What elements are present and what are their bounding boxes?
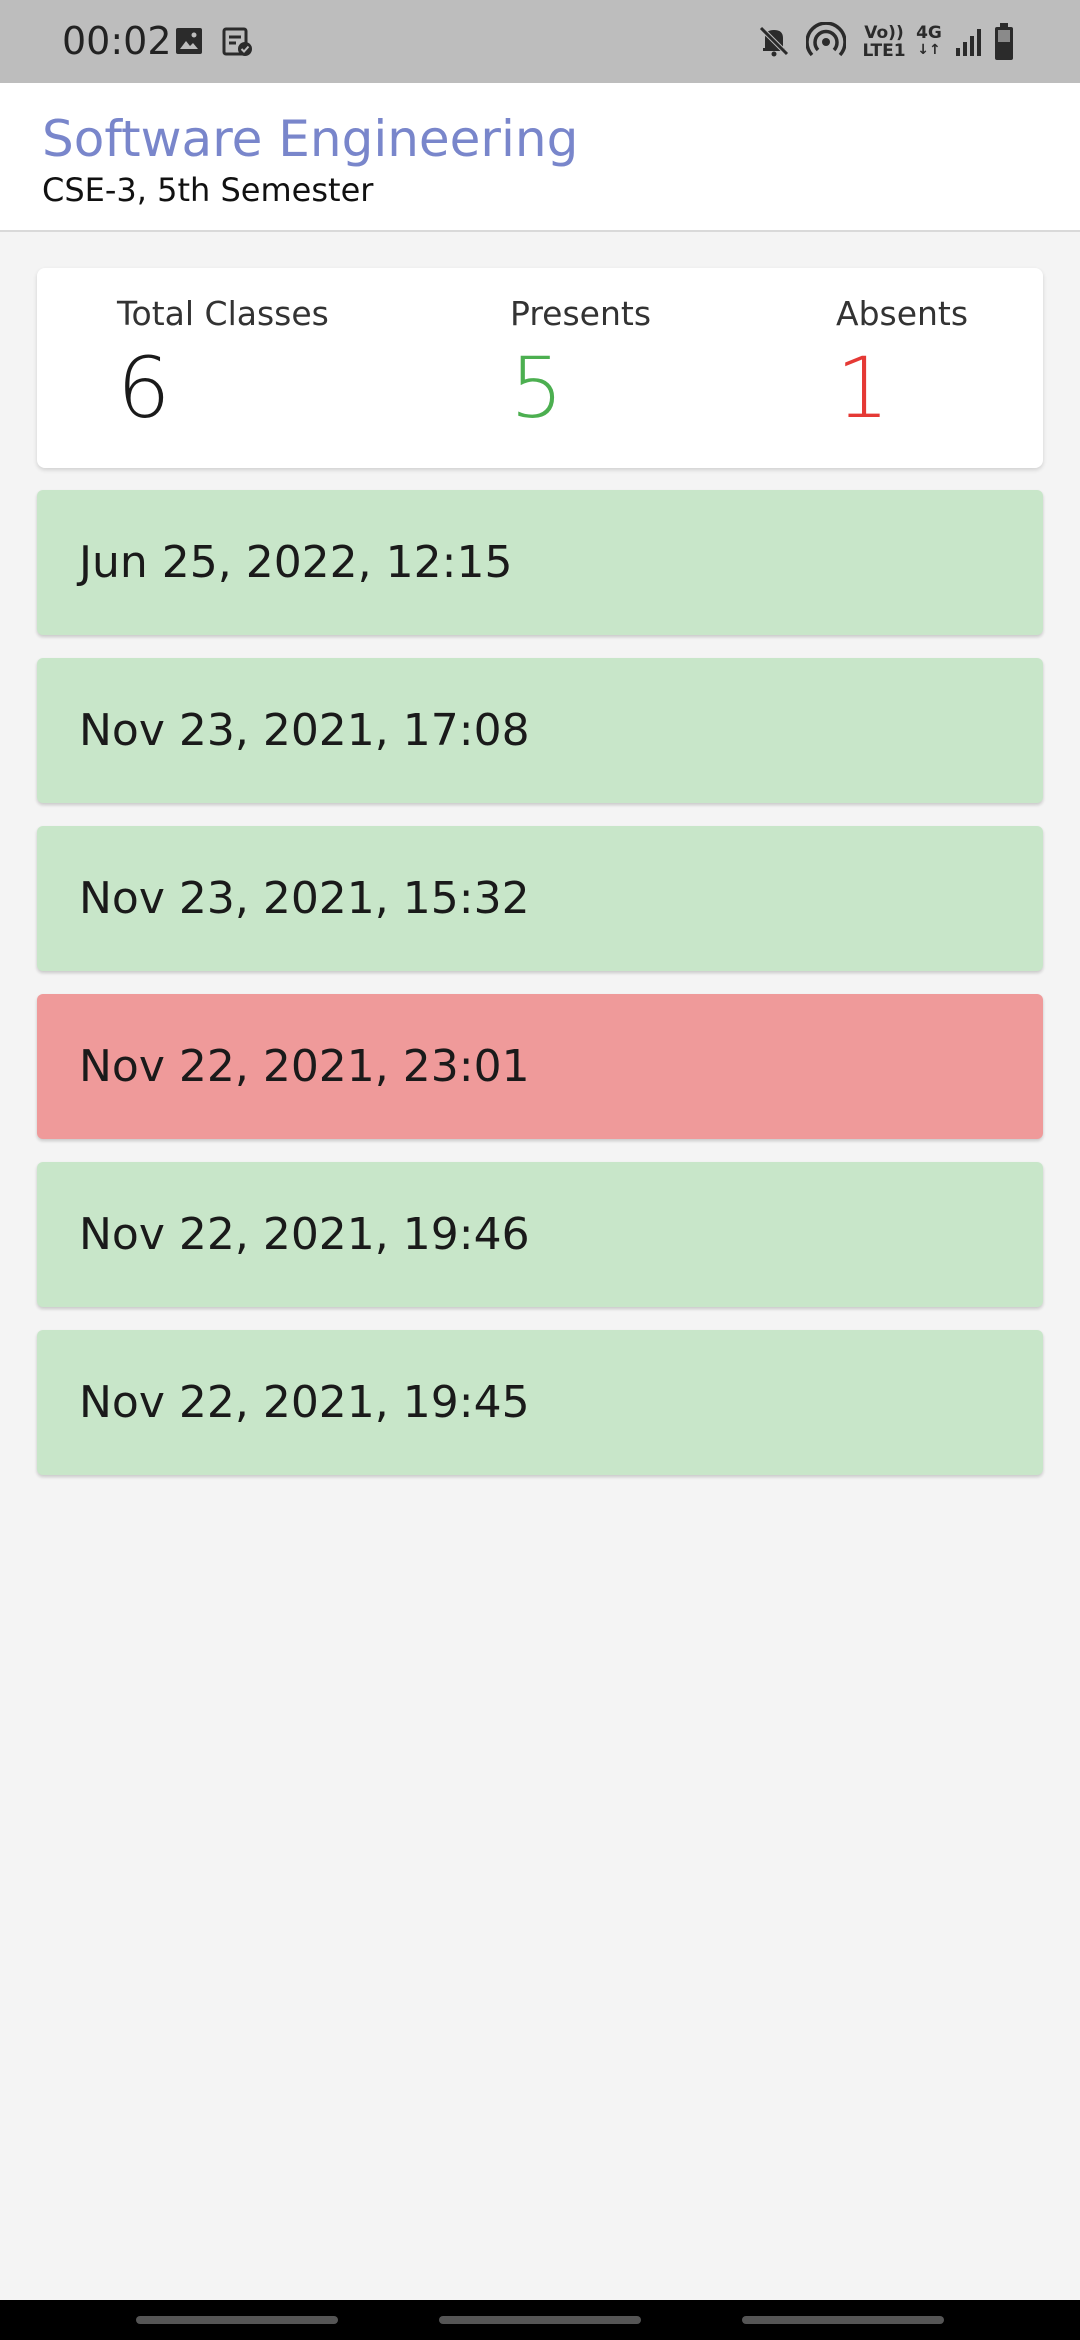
attendance-date: Nov 22, 2021, 23:01 [79, 1041, 530, 1092]
course-title: Software Engineering [42, 110, 579, 168]
attendance-date: Nov 23, 2021, 17:08 [79, 705, 530, 756]
attendance-date: Jun 25, 2022, 12:15 [79, 537, 513, 588]
attendance-item[interactable]: Nov 22, 2021, 23:01 [37, 994, 1043, 1139]
presents-stat: Presents 5 [510, 292, 651, 438]
presents-value: 5 [510, 339, 564, 437]
signal-icon [956, 29, 981, 56]
absents-label: Absents [836, 294, 969, 333]
attendance-summary-card: Total Classes 6 Presents 5 Absents 1 [37, 268, 1043, 468]
total-classes-stat: Total Classes 6 [117, 292, 329, 438]
attendance-date: Nov 23, 2021, 15:32 [79, 873, 530, 924]
attendance-item[interactable]: Nov 23, 2021, 15:32 [37, 826, 1043, 971]
attendance-item[interactable]: Nov 22, 2021, 19:46 [37, 1162, 1043, 1307]
battery-icon [995, 23, 1013, 60]
image-icon [176, 28, 202, 54]
attendance-item[interactable]: Jun 25, 2022, 12:15 [37, 490, 1043, 635]
presents-label: Presents [510, 294, 652, 333]
nav-recents-handle[interactable] [136, 2316, 338, 2324]
status-time: 00:02 [62, 19, 172, 63]
absents-value: 1 [836, 339, 890, 437]
volte-icon: Vo)) LTE1 [862, 23, 906, 61]
attendance-item[interactable]: Nov 22, 2021, 19:45 [37, 1330, 1043, 1475]
app-header: Software Engineering CSE-3, 5th Semester [0, 83, 1080, 232]
system-nav-bar [0, 2300, 1080, 2340]
absents-stat: Absents 1 [836, 292, 968, 438]
status-bar: 00:02 Vo)) LTE1 4G ↓↑ [0, 0, 1080, 83]
total-classes-value: 6 [117, 339, 171, 437]
nav-back-handle[interactable] [742, 2316, 944, 2324]
attendance-list: Jun 25, 2022, 12:15 Nov 23, 2021, 17:08 … [37, 490, 1043, 1498]
mute-icon [759, 26, 789, 57]
attendance-item[interactable]: Nov 23, 2021, 17:08 [37, 658, 1043, 803]
course-subtitle: CSE-3, 5th Semester [42, 171, 374, 209]
total-classes-label: Total Classes [117, 294, 329, 333]
attendance-date: Nov 22, 2021, 19:45 [79, 1377, 530, 1428]
attendance-date: Nov 22, 2021, 19:46 [79, 1209, 530, 1260]
nav-home-handle[interactable] [439, 2316, 641, 2324]
clipboard-check-icon [222, 27, 252, 56]
hotspot-icon [806, 22, 846, 57]
4g-icon: 4G ↓↑ [916, 23, 942, 58]
